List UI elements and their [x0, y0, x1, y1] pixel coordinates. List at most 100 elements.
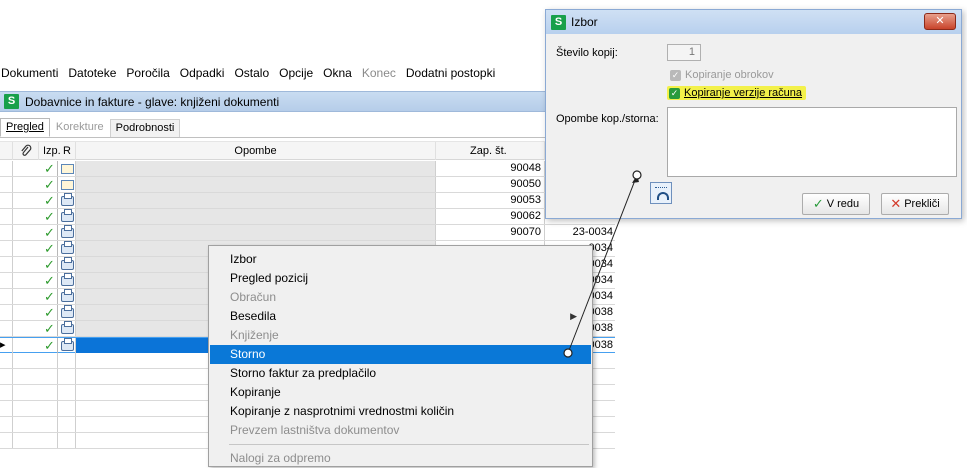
printer-icon — [60, 241, 74, 254]
context-menu-item[interactable]: Izbor — [210, 250, 591, 269]
tab-korekture[interactable]: Korekture — [50, 118, 110, 137]
row-check-cell — [42, 385, 58, 400]
row-indicator — [0, 161, 13, 176]
checkbox-label: Kopiranje obrokov — [685, 69, 774, 81]
context-menu-item[interactable]: Knjiženje — [210, 326, 591, 345]
main-menubar: Dokumenti Datoteke Poročila Odpadki Osta… — [0, 62, 560, 84]
checkbox-kopiranje-obrokov[interactable]: ✓ Kopiranje obrokov — [670, 69, 774, 81]
row-zap-cell: 90053 — [436, 193, 545, 208]
copies-number-field[interactable]: 1 — [667, 44, 701, 61]
tab-pregled[interactable]: Pregled — [0, 118, 50, 137]
printer-icon — [60, 193, 74, 206]
menu-porocila[interactable]: Poročila — [121, 66, 174, 80]
ok-button[interactable]: ✓ V redu — [802, 193, 870, 215]
ok-button-label: V redu — [826, 198, 860, 210]
close-button[interactable]: ✕ — [924, 13, 956, 30]
dialog-titlebar: S Izbor ✕ — [546, 10, 961, 34]
row-check-cell — [42, 401, 58, 416]
table-row[interactable]: ✓9006223-0034 — [0, 209, 615, 225]
checkmark-icon: ✓ — [42, 209, 58, 224]
column-header-r[interactable]: R — [63, 142, 76, 160]
row-r-cell — [59, 338, 76, 353]
memo-editor-icon[interactable] — [650, 182, 672, 204]
mail-icon — [60, 180, 74, 190]
menu-konec[interactable]: Konec — [357, 66, 401, 80]
row-izp-cell — [13, 161, 43, 176]
menu-okna[interactable]: Okna — [318, 66, 357, 80]
context-menu-item[interactable]: Pregled pozicij — [210, 269, 591, 288]
menu-dodatni-postopki[interactable]: Dodatni postopki — [401, 66, 500, 80]
paperclip-icon[interactable] — [13, 142, 39, 160]
row-r-cell — [59, 161, 76, 176]
context-menu: Izbor Pregled pozicij Obračun Besedila ▶ Knji… — [208, 245, 593, 467]
checkmark-icon: ✓ — [42, 257, 58, 272]
row-indicator — [0, 257, 13, 272]
row-check-cell — [42, 433, 58, 448]
row-opombe-cell — [76, 161, 436, 176]
checkmark-icon: ✓ — [42, 289, 58, 304]
notes-textarea[interactable] — [667, 107, 957, 177]
row-izp-cell — [13, 177, 43, 192]
row-zap-cell: 90062 — [436, 209, 545, 224]
tab-podrobnosti[interactable]: Podrobnosti — [109, 119, 181, 137]
menu-item-label: Izbor — [230, 252, 257, 266]
row-opombe-cell — [76, 209, 436, 224]
row-indicator — [0, 401, 13, 416]
menu-opcije[interactable]: Opcije — [274, 66, 318, 80]
table-row[interactable]: ✓ 90050 — [0, 177, 615, 193]
row-indicator — [0, 273, 13, 288]
row-r-cell — [59, 369, 76, 384]
notes-label: Opombe kop./storna: — [556, 113, 659, 125]
row-r-cell — [59, 385, 76, 400]
row-izp-cell — [13, 338, 43, 353]
row-zap-cell: 90048 — [436, 161, 545, 176]
checkbox-kopiranje-verzije-racuna[interactable]: ✓ Kopiranje verzije računa — [667, 86, 807, 100]
context-menu-item[interactable]: Storno — [210, 345, 591, 364]
checkmark-icon: ✓ — [812, 196, 824, 211]
row-opombe-cell — [76, 177, 436, 192]
context-menu-item[interactable]: Obračun — [210, 288, 591, 307]
mail-icon — [60, 164, 74, 174]
menu-datoteke[interactable]: Datoteke — [63, 66, 121, 80]
izbor-dialog: S Izbor ✕ Število kopij: 1 ✓ Kopiranje o… — [545, 9, 962, 219]
row-check-cell — [42, 353, 58, 368]
context-menu-item[interactable]: Prevzem lastništva dokumentov — [210, 421, 591, 440]
menu-ostalo[interactable]: Ostalo — [229, 66, 274, 80]
submenu-arrow-icon: ▶ — [570, 311, 577, 321]
menu-item-label: Kopiranje — [230, 385, 281, 399]
menu-item-label: Nalogi za odpremo — [230, 451, 331, 465]
menu-dokumenti[interactable]: Dokumenti — [0, 66, 63, 80]
grid-header: Izp. R Opombe Zap. št. — [0, 141, 615, 160]
row-r-cell — [59, 241, 76, 256]
context-menu-item[interactable]: Nalogi za odpremo — [210, 449, 591, 468]
context-menu-item[interactable]: Kopiranje — [210, 383, 591, 402]
row-r-cell — [59, 225, 76, 240]
row-check-cell — [42, 417, 58, 432]
printer-icon — [60, 305, 74, 318]
row-r-cell — [59, 433, 76, 448]
row-check-cell — [42, 369, 58, 384]
menu-item-label: Kopiranje z nasprotnimi vrednostmi količ… — [230, 404, 455, 418]
column-header-zap-st[interactable]: Zap. št. — [436, 142, 545, 160]
row-r-cell — [59, 321, 76, 336]
column-header-opombe[interactable]: Opombe — [76, 142, 436, 160]
document-tabs: Pregled Korekture Podrobnosti — [0, 118, 555, 138]
cancel-button[interactable]: ✕ Prekliči — [881, 193, 949, 215]
row-r-cell — [59, 305, 76, 320]
checkbox-icon: ✓ — [670, 69, 681, 81]
row-r-cell — [59, 273, 76, 288]
checkmark-icon: ✓ — [42, 161, 58, 176]
row-extra-cell: 23-0034 — [572, 226, 613, 238]
table-row[interactable]: ✓ 90053 — [0, 193, 615, 209]
context-menu-item[interactable]: Storno faktur za predplačilo — [210, 364, 591, 383]
checkbox-icon: ✓ — [669, 87, 680, 99]
table-row[interactable]: ✓ 90048 — [0, 161, 615, 177]
context-menu-item[interactable]: Kopiranje z nasprotnimi vrednostmi količ… — [210, 402, 591, 421]
menu-odpadki[interactable]: Odpadki — [175, 66, 230, 80]
row-izp-cell — [13, 209, 43, 224]
column-header-izp[interactable]: Izp. — [43, 142, 61, 160]
context-menu-item[interactable]: Besedila ▶ — [210, 307, 591, 326]
menu-item-label: Besedila — [230, 309, 277, 323]
row-indicator — [0, 193, 13, 208]
table-row[interactable]: ✓ 90070 23-0034 — [0, 225, 615, 241]
